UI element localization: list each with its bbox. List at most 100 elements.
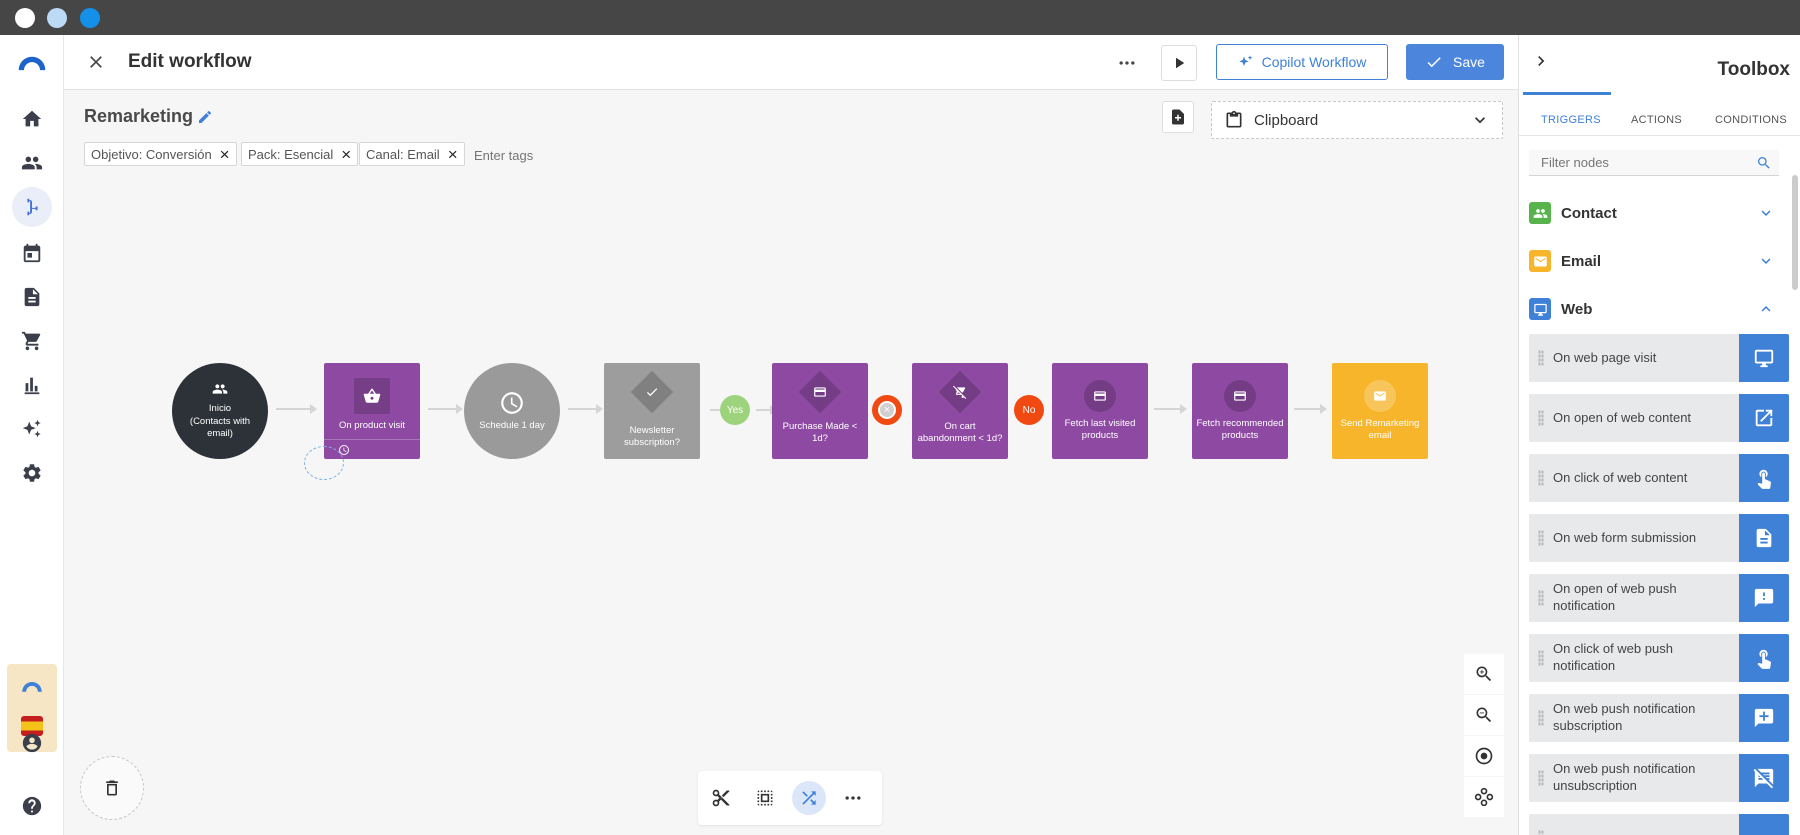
- toolbox-item[interactable]: On click of web push notification: [1529, 634, 1789, 682]
- shuffle-connect-button[interactable]: [792, 781, 826, 815]
- tab-conditions[interactable]: CONDITIONS: [1715, 114, 1787, 126]
- tag-chip[interactable]: Canal: Email ×: [359, 142, 465, 166]
- yes-branch-badge[interactable]: Yes: [720, 395, 750, 425]
- tab-triggers[interactable]: TRIGGERS: [1541, 114, 1601, 126]
- analytics-icon[interactable]: [18, 371, 46, 399]
- remove-tag-icon[interactable]: ×: [448, 146, 458, 163]
- window-maximize-dot[interactable]: [80, 8, 100, 28]
- tag-chip[interactable]: Pack: Esencial ×: [241, 142, 359, 166]
- zoom-out-button[interactable]: [1464, 695, 1504, 735]
- tag-chip[interactable]: Objetivo: Conversión ×: [84, 142, 237, 166]
- toolbar-more-button[interactable]: [836, 781, 870, 815]
- copilot-workflow-button[interactable]: Copilot Workflow: [1216, 44, 1388, 80]
- run-workflow-button[interactable]: [1161, 45, 1197, 81]
- tab-actions[interactable]: ACTIONS: [1631, 114, 1682, 126]
- toolbox-item[interactable]: On web push notification unsubscription: [1529, 754, 1789, 802]
- monitor-icon: [1739, 334, 1789, 382]
- group-add-icon: [212, 384, 228, 395]
- add-note-button[interactable]: [1162, 101, 1194, 133]
- drag-handle[interactable]: [1538, 830, 1544, 835]
- calendar-icon[interactable]: [18, 239, 46, 267]
- cut-button[interactable]: [704, 781, 738, 815]
- category-email[interactable]: Email: [1529, 246, 1787, 276]
- window-close-dot[interactable]: [15, 8, 35, 28]
- workflow-canvas[interactable]: Remarketing Objetivo: Conversión × Pack: …: [64, 90, 1518, 835]
- clipboard-dropdown[interactable]: Clipboard: [1211, 101, 1503, 139]
- contacts-icon[interactable]: [18, 149, 46, 177]
- workflow-node-send-email[interactable]: Send Remarketing email: [1332, 363, 1428, 459]
- workflow-node-schedule[interactable]: Schedule 1 day: [464, 363, 560, 459]
- close-icon[interactable]: [84, 50, 108, 74]
- condition-check-icon: [630, 370, 674, 414]
- toolbox-item[interactable]: On open of web push notification: [1529, 574, 1789, 622]
- more-options-icon[interactable]: [1114, 50, 1140, 76]
- mail-icon: [1364, 379, 1396, 412]
- remove-tag-icon[interactable]: ×: [341, 146, 351, 163]
- no-branch-badge[interactable]: No: [1014, 395, 1044, 425]
- user-account-icon[interactable]: [18, 729, 46, 757]
- drag-handle[interactable]: [1538, 530, 1544, 546]
- filter-nodes-input[interactable]: [1529, 150, 1779, 176]
- drag-handle[interactable]: [1538, 590, 1544, 606]
- drag-handle[interactable]: [1538, 350, 1544, 366]
- help-icon[interactable]: [18, 792, 46, 820]
- toolbox-item[interactable]: On click of web content: [1529, 454, 1789, 502]
- check-icon: [1427, 57, 1441, 68]
- drag-handle[interactable]: [1538, 770, 1544, 786]
- account-logo-icon: [20, 680, 44, 694]
- toolbox-item[interactable]: On web page visit: [1529, 334, 1789, 382]
- toolbox-item[interactable]: On open of web content: [1529, 394, 1789, 442]
- toolbox-tabs: TRIGGERS ACTIONS CONDITIONS: [1519, 92, 1800, 136]
- zoom-in-button[interactable]: [1464, 654, 1504, 694]
- logo-icon[interactable]: [14, 49, 50, 77]
- content-icon[interactable]: [18, 283, 46, 311]
- drag-handle[interactable]: [1538, 650, 1544, 666]
- auto-layout-button[interactable]: [1464, 777, 1504, 817]
- workflow-node-fetch-recommended[interactable]: Fetch recommended products: [1192, 363, 1288, 459]
- remove-tag-icon[interactable]: ×: [220, 146, 230, 163]
- select-button[interactable]: [748, 781, 782, 815]
- cart-icon[interactable]: [18, 327, 46, 355]
- workflow-node-start[interactable]: Inicio (Contacts with email): [172, 363, 268, 459]
- workflow-node-purchase[interactable]: Purchase Made < 1d?: [772, 363, 868, 459]
- toolbox-item[interactable]: On web form submission: [1529, 514, 1789, 562]
- basket-icon: [354, 377, 390, 414]
- connector-arrow: [1154, 404, 1187, 414]
- ai-sparkle-icon[interactable]: [18, 415, 46, 443]
- category-web[interactable]: Web: [1529, 294, 1787, 324]
- sparkle-icon: [1238, 55, 1252, 66]
- drag-handle[interactable]: [1538, 410, 1544, 426]
- category-contact[interactable]: Contact: [1529, 198, 1787, 228]
- home-icon[interactable]: [18, 105, 46, 133]
- delete-dropzone[interactable]: [80, 756, 144, 820]
- touch-icon: [1739, 634, 1789, 682]
- workflows-icon[interactable]: [12, 187, 52, 227]
- no-branch-badge[interactable]: ×: [872, 395, 902, 425]
- node-label: Newsletter subscription?: [624, 425, 680, 449]
- toolbox-item[interactable]: On web push notification subscription: [1529, 694, 1789, 742]
- settings-icon[interactable]: [18, 459, 46, 487]
- collapse-toolbox-icon[interactable]: [1531, 51, 1551, 71]
- window-titlebar: [0, 0, 1800, 35]
- no-label: No: [1022, 404, 1036, 416]
- item-label: On web page visit: [1553, 349, 1657, 365]
- category-label: Contact: [1561, 204, 1617, 222]
- workflow-node-product-visit[interactable]: On product visit: [324, 363, 420, 459]
- workflow-node-newsletter[interactable]: Newsletter subscription?: [604, 363, 700, 459]
- edit-name-icon[interactable]: [196, 108, 214, 126]
- tag-label: Objetivo: Conversión: [91, 146, 212, 162]
- touch-icon: [1739, 454, 1789, 502]
- drag-handle[interactable]: [1538, 470, 1544, 486]
- workflow-node-cart-abandonment[interactable]: On cart abandonment < 1d?: [912, 363, 1008, 459]
- remove-cart-icon: [938, 370, 982, 413]
- search-icon[interactable]: [1755, 154, 1773, 172]
- save-button[interactable]: Save: [1406, 44, 1504, 80]
- window-minimize-dot[interactable]: [47, 8, 67, 28]
- toolbox-scrollbar[interactable]: [1792, 175, 1798, 290]
- toolbox-item[interactable]: [1529, 814, 1789, 835]
- drag-handle[interactable]: [1538, 710, 1544, 726]
- center-view-button[interactable]: [1464, 736, 1504, 776]
- tags-input[interactable]: [474, 144, 594, 166]
- workflow-node-fetch-last[interactable]: Fetch last visited products: [1052, 363, 1148, 459]
- clock-icon: [501, 391, 523, 414]
